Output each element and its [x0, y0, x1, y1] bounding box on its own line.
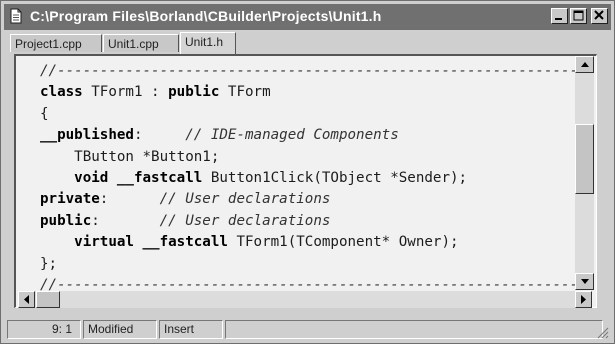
- file-tabs: Project1.cpp Unit1.cpp Unit1.h: [4, 32, 611, 54]
- code-line[interactable]: {: [40, 104, 595, 125]
- insert-mode-indicator: Insert: [159, 320, 223, 339]
- code-token: TForm1(TComponent* Owner);: [227, 234, 459, 251]
- code-line[interactable]: virtual __fastcall TForm1(TComponent* Ow…: [40, 232, 595, 253]
- status-message: [225, 320, 603, 339]
- code-keyword: public: [168, 84, 220, 101]
- horizontal-scrollbar[interactable]: [18, 291, 592, 308]
- resize-grip-icon[interactable]: [595, 325, 609, 339]
- code-token: :: [99, 191, 160, 208]
- code-line[interactable]: private: // User declarations: [40, 189, 595, 210]
- code-token: TForm: [219, 84, 271, 101]
- maximize-icon: [573, 10, 584, 21]
- modified-indicator: Modified: [83, 320, 157, 339]
- code-line[interactable]: //--------------------------------------…: [40, 61, 595, 82]
- scroll-left-button[interactable]: [18, 291, 35, 308]
- code-line[interactable]: public: // User declarations: [40, 211, 595, 232]
- document-icon[interactable]: [10, 8, 22, 24]
- tab-unit1-cpp[interactable]: Unit1.cpp: [103, 34, 179, 52]
- horizontal-scroll-thumb[interactable]: [36, 291, 60, 308]
- code-line[interactable]: __published: // IDE-managed Components: [40, 125, 595, 146]
- code-line[interactable]: class TForm1 : public TForm: [40, 82, 595, 103]
- arrow-right-icon: [581, 295, 586, 304]
- arrow-up-icon: [581, 62, 589, 67]
- code-keyword: class: [40, 84, 83, 101]
- code-token: :: [91, 212, 160, 229]
- code-line[interactable]: };: [40, 254, 595, 275]
- minimize-icon: [555, 18, 562, 20]
- cursor-position: 9: 1: [7, 320, 81, 339]
- code-keyword: private: [40, 191, 100, 208]
- code-line[interactable]: TButton *Button1;: [40, 147, 595, 168]
- close-icon: [594, 10, 604, 20]
- status-bar: 9: 1 Modified Insert: [4, 317, 611, 341]
- scroll-right-button[interactable]: [575, 291, 592, 308]
- title-bar[interactable]: C:\Program Files\Borland\CBuilder\Projec…: [4, 4, 611, 30]
- code-token: };: [40, 255, 58, 272]
- code-keyword: virtual __fastcall: [74, 234, 228, 251]
- code-comment: // IDE-managed Components: [185, 127, 399, 144]
- code-token: :: [133, 127, 186, 144]
- code-keyword: public: [40, 212, 92, 229]
- code-token: TButton *Button1;: [40, 148, 220, 165]
- window-title: C:\Program Files\Borland\CBuilder\Projec…: [30, 8, 382, 24]
- code-keyword: void __fastcall: [74, 169, 203, 186]
- editor-window: C:\Program Files\Borland\CBuilder\Projec…: [0, 0, 615, 344]
- code-keyword: __published: [40, 127, 134, 144]
- code-token: {: [40, 105, 49, 122]
- code-editor[interactable]: //--------------------------------------…: [14, 54, 597, 308]
- scroll-down-button[interactable]: [575, 273, 594, 290]
- code-comment: //--------------------------------------…: [40, 63, 596, 79]
- code-line[interactable]: void __fastcall Button1Click(TObject *Se…: [40, 168, 595, 189]
- minimize-button[interactable]: [551, 8, 568, 24]
- scroll-up-button[interactable]: [575, 56, 594, 73]
- close-button[interactable]: [591, 8, 608, 24]
- code-token: TForm1 :: [82, 84, 169, 101]
- code-token: Button1Click(TObject *Sender);: [202, 169, 468, 186]
- tab-unit1-h[interactable]: Unit1.h: [180, 32, 236, 54]
- tab-project1-cpp[interactable]: Project1.cpp: [10, 34, 102, 52]
- code-text[interactable]: //--------------------------------------…: [40, 61, 595, 296]
- arrow-left-icon: [24, 295, 29, 304]
- code-comment: // User declarations: [159, 212, 331, 229]
- arrow-down-icon: [581, 279, 589, 284]
- vertical-scroll-thumb[interactable]: [575, 124, 594, 194]
- vertical-scrollbar[interactable]: [575, 56, 594, 290]
- maximize-button[interactable]: [570, 8, 587, 24]
- code-comment: // User declarations: [159, 191, 331, 208]
